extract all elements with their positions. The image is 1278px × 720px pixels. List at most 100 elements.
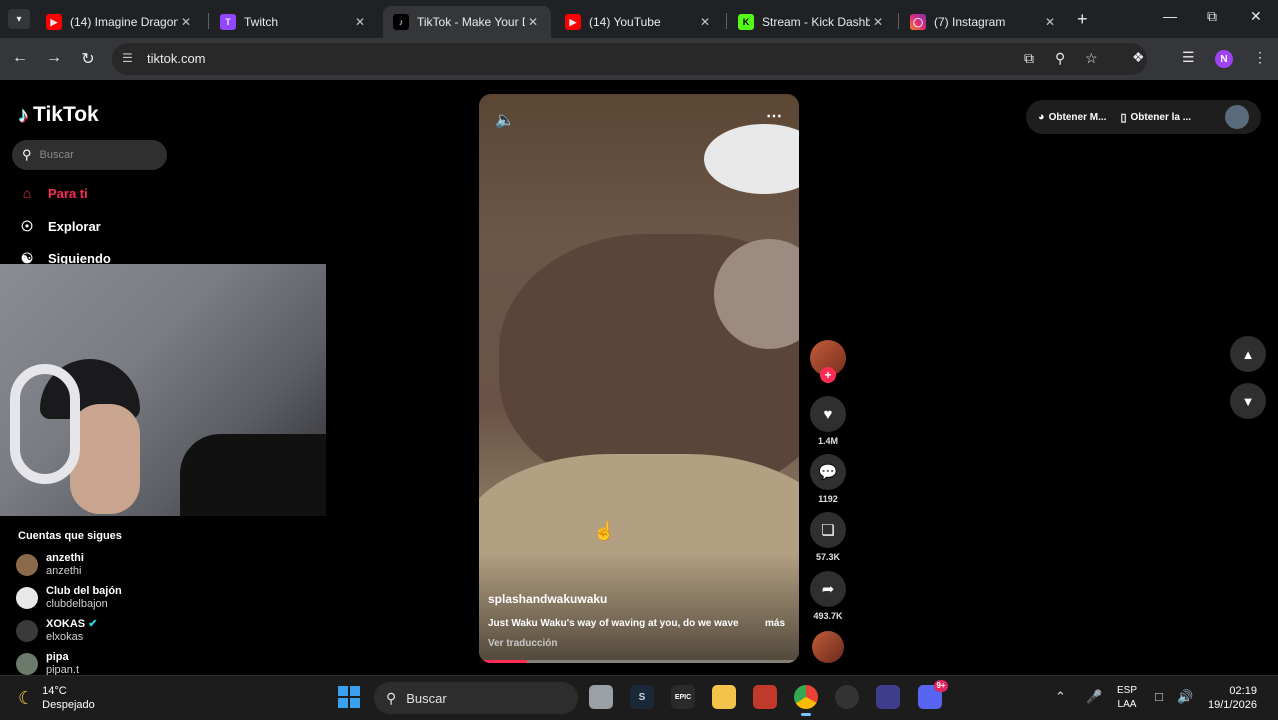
clock-time: 02:19 (1229, 685, 1257, 697)
windows-start-icon[interactable] (338, 686, 360, 708)
followed-account[interactable]: anzethi anzethi (16, 552, 84, 578)
chevron-up-icon[interactable]: ⌃ (1055, 689, 1066, 705)
app-icon[interactable] (753, 685, 777, 709)
close-icon[interactable]: ✕ (870, 15, 886, 29)
extensions-icon[interactable]: ❖ (1132, 49, 1145, 66)
install-app-icon[interactable]: ⧉ (1024, 50, 1034, 67)
close-icon[interactable]: ✕ (352, 15, 368, 29)
tiktok-logo[interactable]: ♪ TikTok (18, 102, 99, 128)
previous-video-button[interactable]: ▲ (1230, 336, 1266, 372)
back-arrow-icon[interactable]: ← (10, 49, 30, 67)
taskbar-search[interactable]: ⚲ Buscar (374, 682, 578, 714)
close-window-icon[interactable]: ✕ (1250, 8, 1262, 25)
clock-date: 19/1/2026 (1208, 699, 1257, 711)
account-name: anzethi (46, 552, 84, 564)
tab-search-button[interactable]: ▾ (8, 9, 30, 29)
search-input[interactable]: ⚲ Buscar (12, 140, 167, 170)
chrome-icon[interactable] (794, 685, 818, 716)
close-icon[interactable]: ✕ (1042, 15, 1058, 29)
tiktok-icon: ♪ (393, 14, 409, 30)
video-player[interactable]: 🔈 ⋯ splashandwakuwaku Just Waku Waku's w… (479, 94, 799, 663)
volume-icon[interactable]: 🔈 (495, 110, 515, 130)
video-description: Just Waku Waku's way of waving at you, d… (488, 618, 739, 629)
menu-dots-icon[interactable]: ⋮ (1253, 49, 1267, 66)
tab-youtube[interactable]: ▶ (14) YouTube ✕ (555, 6, 723, 38)
close-icon[interactable]: ✕ (697, 15, 713, 29)
get-app-button[interactable]: ▯ Obtener la ... (1120, 111, 1191, 124)
bookmark-icon: ❏ (810, 512, 846, 548)
file-explorer-icon[interactable] (712, 685, 736, 709)
get-coins-button[interactable]: ◕ Obtener M... (1038, 111, 1106, 123)
new-tab-button[interactable]: + (1077, 9, 1088, 30)
tab-kick[interactable]: K Stream - Kick Dashbo ✕ (728, 6, 896, 38)
user-avatar[interactable] (1225, 105, 1249, 129)
close-icon[interactable]: ✕ (178, 15, 194, 29)
followed-account[interactable]: XOKAS ✔ elxokas (16, 618, 97, 644)
nav-item-para-ti[interactable]: ⌂ Para ti (18, 184, 88, 202)
headset-icon (10, 364, 80, 484)
followed-account[interactable]: Club del bajón clubdelbajon (16, 585, 122, 611)
webcam-background (180, 434, 326, 516)
close-icon[interactable]: ✕ (525, 15, 541, 29)
music-disc-avatar[interactable] (812, 631, 844, 663)
url-text[interactable]: tiktok.com (147, 51, 206, 66)
input-language[interactable]: ESP LAA (1117, 684, 1137, 712)
tab-title: (14) Imagine Dragons (70, 15, 178, 29)
following-section-title: Cuentas que sigues (18, 530, 122, 542)
profile-avatar[interactable]: N (1215, 50, 1233, 68)
media-controls-icon[interactable]: ☰ (1182, 49, 1195, 66)
tab-instagram[interactable]: ◯ (7) Instagram ✕ (900, 6, 1068, 38)
translate-button[interactable]: Ver traducción (488, 638, 557, 649)
obs-icon[interactable] (835, 685, 859, 709)
tab-tiktok[interactable]: ♪ TikTok - Make Your D ✕ (383, 6, 551, 38)
reload-icon[interactable]: ↻ (78, 49, 98, 69)
chevron-up-icon: ▲ (1241, 346, 1255, 362)
tab-title: (7) Instagram (934, 15, 1006, 29)
webcam-overlay (0, 264, 326, 516)
video-progress-bar[interactable] (479, 660, 799, 663)
discord-icon[interactable]: 9+ (918, 680, 948, 709)
nav-item-explorar[interactable]: ☉ Explorar (18, 217, 101, 235)
site-info-icon[interactable]: ☰ (122, 51, 133, 65)
steam-icon[interactable]: S (630, 685, 654, 709)
video-author[interactable]: splashandwakuwaku (488, 592, 607, 606)
tiktok-page: ♪ TikTok ⚲ Buscar ⌂ Para ti ☉ Explorar ☯… (0, 80, 1278, 677)
share-count: 493.7K (813, 611, 843, 621)
avatar (16, 554, 38, 576)
epic-games-icon[interactable]: EPIC (671, 685, 695, 709)
bookmark-star-icon[interactable]: ☆ (1085, 50, 1098, 67)
tab-imagine-dragons[interactable]: ▶ (14) Imagine Dragons ✕ (36, 6, 204, 38)
save-button[interactable]: ❏ 57.3K (810, 512, 846, 562)
home-icon: ⌂ (22, 185, 32, 201)
microphone-icon[interactable]: 🎤 (1086, 689, 1102, 705)
tab-separator (208, 13, 209, 29)
comment-button[interactable]: 💬 1192 (810, 454, 846, 504)
browser-tabstrip: ▾ ▶ (14) Imagine Dragons ✕ T Twitch ✕ ♪ … (0, 0, 1278, 38)
twitch-icon: T (220, 14, 236, 30)
tab-twitch[interactable]: T Twitch ✕ (210, 6, 378, 38)
task-view-icon[interactable] (589, 685, 613, 709)
like-button[interactable]: ♥ 1.4M (810, 396, 846, 446)
system-clock[interactable]: 02:19 19/1/2026 (1208, 684, 1257, 712)
network-icon[interactable]: □ (1155, 689, 1163, 704)
app-icon[interactable] (876, 685, 900, 709)
follow-plus-icon[interactable]: + (820, 367, 836, 383)
minimize-icon[interactable]: — (1163, 8, 1177, 24)
zoom-icon[interactable]: ⚲ (1055, 50, 1065, 67)
restore-icon[interactable]: ⧉ (1207, 8, 1217, 25)
address-bar[interactable]: ☰ tiktok.com ⧉ ⚲ ☆ (112, 43, 1147, 75)
followed-account[interactable]: pipa pipan.t (16, 651, 79, 677)
get-coins-label: Obtener M... (1048, 111, 1107, 123)
more-text-button[interactable]: más (765, 618, 785, 629)
forward-arrow-icon[interactable]: → (44, 49, 64, 67)
weather-widget[interactable]: ☾ 14°C Despejado (18, 684, 95, 712)
tab-title: (14) YouTube (589, 15, 661, 29)
speaker-icon[interactable]: 🔊 (1177, 689, 1193, 705)
account-name: Club del bajón (46, 585, 122, 597)
webcam-face (70, 404, 140, 514)
weather-status: Despejado (42, 699, 95, 711)
youtube-icon: ▶ (565, 14, 581, 30)
share-button[interactable]: ➦ 493.7K (810, 571, 846, 621)
next-video-button[interactable]: ▼ (1230, 383, 1266, 419)
more-options-icon[interactable]: ⋯ (766, 106, 783, 126)
